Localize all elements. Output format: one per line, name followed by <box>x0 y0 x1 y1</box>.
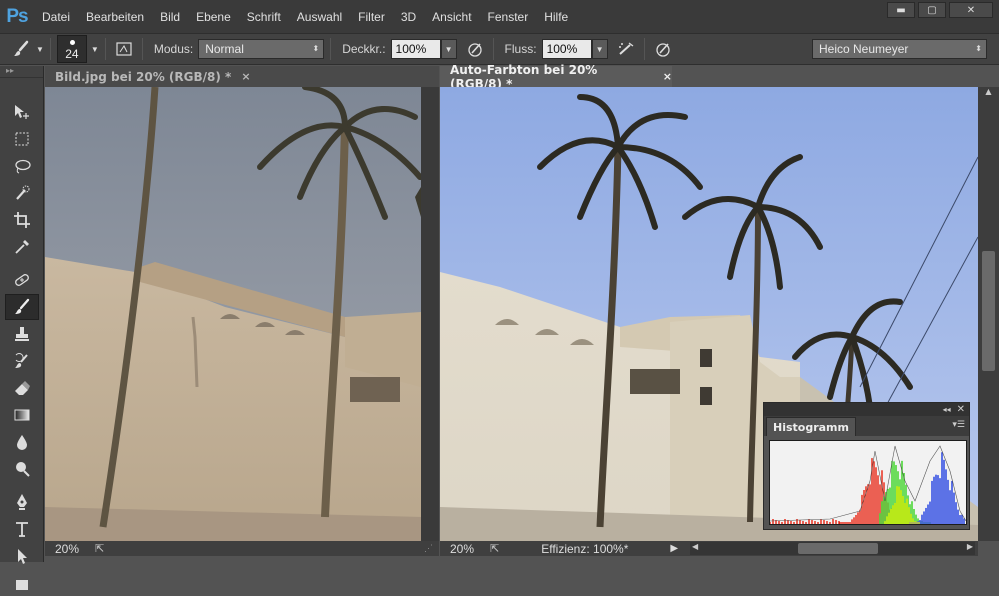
close-icon[interactable]: × <box>663 70 672 83</box>
blur-icon[interactable] <box>5 429 39 455</box>
marquee-tool-icon[interactable] <box>5 126 39 152</box>
close-button[interactable]: ✕ <box>949 2 993 18</box>
flow-dropdown-button[interactable]: ▼ <box>591 39 608 59</box>
brush-tool-icon[interactable] <box>4 294 39 320</box>
eraser-icon[interactable] <box>5 375 39 401</box>
photo-original <box>45 87 421 541</box>
chevron-down-icon[interactable]: ▼ <box>36 45 44 54</box>
brush-size-value: 24 <box>65 47 79 61</box>
panel-menu-icon[interactable]: ▾☰ <box>952 420 965 430</box>
scroll-thumb[interactable] <box>798 543 878 554</box>
histogram-curves <box>769 445 967 524</box>
path-selection-icon[interactable] <box>5 543 39 569</box>
close-icon[interactable]: ✕ <box>957 404 965 415</box>
panel-grip-icon[interactable]: ▸▸ <box>0 66 43 78</box>
workspace-select[interactable]: Heico Neumeyer ⬍ <box>812 39 987 59</box>
mode-value: Normal <box>205 42 244 56</box>
menu-hilfe[interactable]: Hilfe <box>536 10 576 24</box>
tab-document-2[interactable]: Auto-Farbton bei 20% (RGB/8) * × <box>440 63 672 91</box>
size-pressure-icon[interactable] <box>651 37 675 61</box>
menu-datei[interactable]: Datei <box>34 10 78 24</box>
app-logo: Ps <box>6 5 28 27</box>
zoom-field[interactable]: 20% <box>450 542 490 556</box>
opacity-label: Deckkr.: <box>342 42 386 56</box>
menu-bild[interactable]: Bild <box>152 10 188 24</box>
tab-label: Bild.jpg bei 20% (RGB/8) * <box>55 69 232 84</box>
crop-tool-icon[interactable] <box>5 207 39 233</box>
options-bar: ▼ 24 ▼ Modus: Normal ⬍ Deckkr.: 100% ▼ F… <box>0 33 999 65</box>
blue-channel-bars <box>909 452 965 524</box>
brush-preset-icon[interactable] <box>10 37 34 61</box>
efficiency-status: Effizienz: 100%* <box>541 541 629 556</box>
brush-dot-icon <box>69 40 75 45</box>
move-tool-icon[interactable] <box>5 99 39 125</box>
scroll-right-icon[interactable]: ▶ <box>967 542 973 551</box>
opacity-dropdown-button[interactable]: ▼ <box>440 39 457 59</box>
menu-fenster[interactable]: Fenster <box>480 10 537 24</box>
status-menu-arrow-icon[interactable]: ▶ <box>670 543 678 554</box>
scroll-up-icon[interactable]: ▲ <box>978 87 999 101</box>
updown-arrow-icon: ⬍ <box>312 44 320 53</box>
window-controls: ▬ ▢ ✕ <box>887 2 993 18</box>
menu-filter[interactable]: Filter <box>350 10 393 24</box>
vertical-scrollbar[interactable]: ▲ <box>978 87 999 541</box>
flow-label: Fluss: <box>504 42 537 56</box>
menu-bearbeiten[interactable]: Bearbeiten <box>78 10 152 24</box>
workspace-value: Heico Neumeyer <box>819 42 909 56</box>
eyedropper-icon[interactable] <box>5 234 39 260</box>
canvas-divider <box>421 87 439 541</box>
mode-label: Modus: <box>153 42 194 56</box>
airbrush-icon[interactable] <box>614 37 638 61</box>
opacity-input[interactable]: 100% <box>390 39 441 59</box>
healing-brush-icon[interactable] <box>5 267 39 293</box>
minimize-button[interactable]: ▬ <box>887 2 915 18</box>
collapse-icon[interactable]: ◂◂ <box>943 405 951 414</box>
restore-button[interactable]: ▢ <box>918 2 946 18</box>
clone-stamp-icon[interactable] <box>5 321 39 347</box>
zoom-field[interactable]: 20% <box>55 542 95 556</box>
status-bar-2: 20% ⇱ Effizienz: 100%* ▶ ◀ ▶ <box>440 541 978 556</box>
dodge-icon[interactable] <box>5 456 39 482</box>
shape-tool-icon[interactable] <box>5 570 39 596</box>
chevron-down-icon[interactable]: ▼ <box>91 45 99 54</box>
panel-header: ◂◂ ✕ <box>764 403 969 416</box>
opacity-pressure-icon[interactable] <box>463 37 487 61</box>
mode-select[interactable]: Normal ⬍ <box>198 39 325 59</box>
updown-arrow-icon: ⬍ <box>975 44 982 53</box>
panel-tab-row: Histogramm ▾☰ <box>764 416 969 436</box>
type-tool-icon[interactable] <box>5 516 39 542</box>
menu-3d[interactable]: 3D <box>393 10 424 24</box>
status-bar-1: 20% ⇱ ⋰ <box>45 541 439 556</box>
menu-ansicht[interactable]: Ansicht <box>424 10 479 24</box>
history-brush-icon[interactable] <box>5 348 39 374</box>
export-icon[interactable]: ⇱ <box>95 542 104 555</box>
horizontal-scrollbar[interactable]: ◀ ▶ <box>690 542 975 555</box>
flow-input[interactable]: 100% <box>541 39 592 59</box>
tools-panel: ▸▸ <box>0 66 44 590</box>
brush-size-picker[interactable]: 24 <box>56 35 87 63</box>
histogram-panel: ◂◂ ✕ Histogramm ▾☰ <box>763 402 970 530</box>
menu-auswahl[interactable]: Auswahl <box>289 10 350 24</box>
menu-schrift[interactable]: Schrift <box>239 10 289 24</box>
gradient-icon[interactable] <box>5 402 39 428</box>
tab-document-1[interactable]: Bild.jpg bei 20% (RGB/8) * × <box>45 66 439 87</box>
document-canvas-1[interactable] <box>45 87 421 541</box>
brush-panel-toggle-icon[interactable] <box>112 37 136 61</box>
scroll-left-icon[interactable]: ◀ <box>692 542 698 551</box>
menu-bar: Ps Datei Bearbeiten Bild Ebene Schrift A… <box>0 0 999 33</box>
pen-tool-icon[interactable] <box>5 489 39 515</box>
quick-selection-icon[interactable] <box>5 180 39 206</box>
resize-grip-icon[interactable]: ⋰ <box>424 543 433 554</box>
export-icon[interactable]: ⇱ <box>490 542 499 555</box>
tab-histogram[interactable]: Histogramm <box>766 417 856 436</box>
histogram-graph <box>769 440 967 525</box>
close-icon[interactable]: × <box>241 70 250 83</box>
menu-ebene[interactable]: Ebene <box>188 10 239 24</box>
lasso-tool-icon[interactable] <box>5 153 39 179</box>
scroll-thumb[interactable] <box>982 251 995 371</box>
